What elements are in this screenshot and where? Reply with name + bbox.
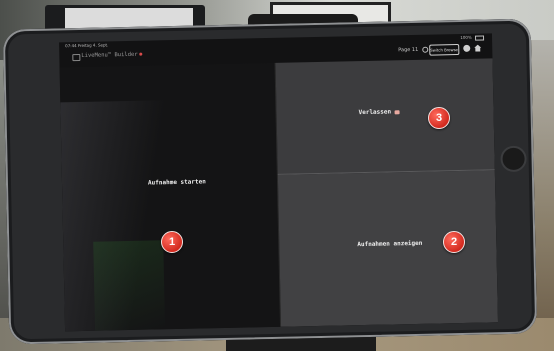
tile-verlassen[interactable]: Verlassen	[275, 58, 495, 175]
app-title-text: LiveMenu™ Builder	[81, 51, 138, 59]
tile-aufnahmen-anzeigen[interactable]: Aufnahmen anzeigen	[277, 170, 498, 327]
unsaved-dot-icon	[139, 52, 143, 56]
battery-level: 100%	[460, 34, 472, 40]
app-title: LiveMenu™ Builder	[81, 51, 143, 59]
gear-icon[interactable]	[422, 46, 429, 53]
battery-icon	[474, 34, 485, 41]
help-icon[interactable]	[463, 44, 471, 52]
annotation-marker-1: 1	[161, 231, 183, 253]
tile-label-text: Verlassen	[358, 108, 392, 117]
annotation-marker-3: 3	[428, 107, 450, 129]
home-hardware-button[interactable]	[500, 145, 527, 173]
tablet-screen: 07:44 Freitag 4. Sept. 100% LiveMenu™ Bu…	[59, 33, 498, 332]
exit-icon	[394, 109, 400, 114]
switch-browse-page-button[interactable]: Switch Browse Page	[429, 44, 460, 56]
page-indicator: Page 11	[398, 46, 419, 54]
annotation-marker-2: 2	[443, 231, 465, 253]
tile-label: Verlassen	[359, 108, 400, 116]
tile-label: Aufnahmen anzeigen	[357, 239, 423, 249]
home-icon[interactable]	[474, 45, 481, 52]
screen-reflection-green	[93, 240, 166, 331]
tablet-device: 07:44 Freitag 4. Sept. 100% LiveMenu™ Bu…	[2, 18, 538, 345]
app-logo-icon	[72, 53, 81, 62]
